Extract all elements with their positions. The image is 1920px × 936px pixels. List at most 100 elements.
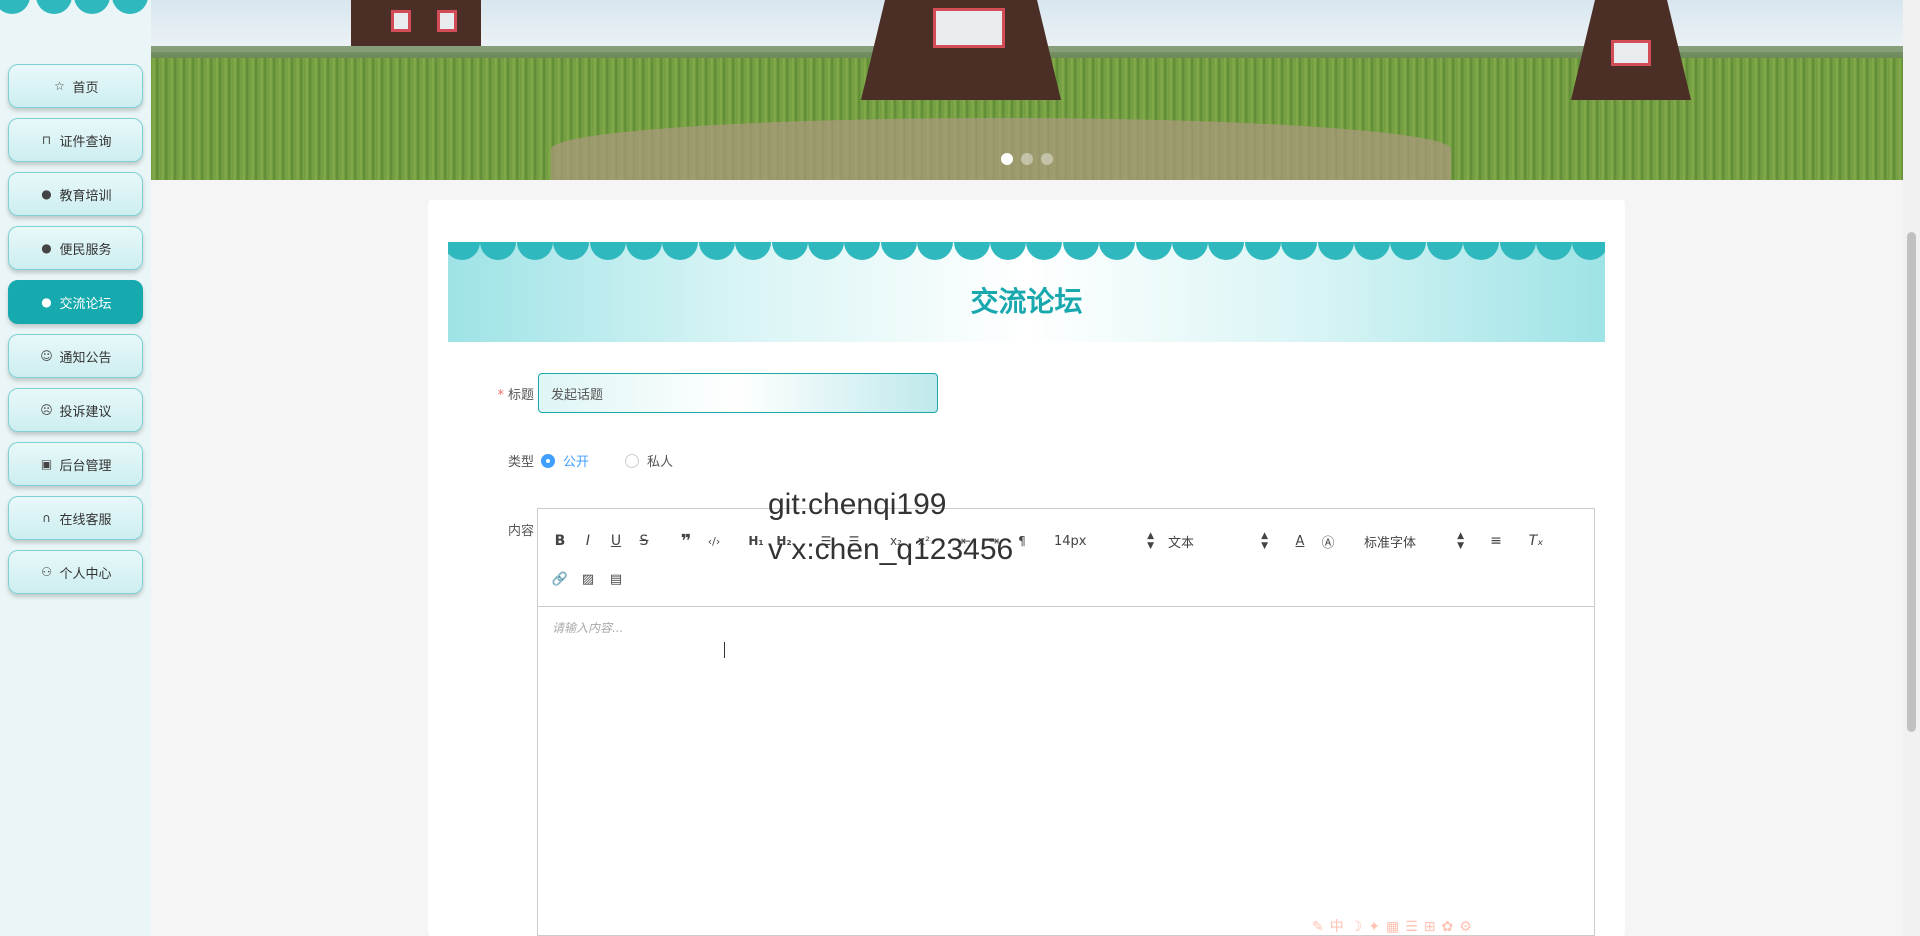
outdent-button[interactable]: ⇤	[954, 529, 978, 553]
italic-button[interactable]: I	[576, 529, 600, 553]
sidebar-item-services[interactable]: ● 便民服务	[8, 226, 143, 270]
alert-icon: ●	[41, 187, 52, 201]
underline-button[interactable]: U	[604, 529, 628, 553]
sidebar-item-label: 便民服务	[59, 242, 112, 258]
required-marker: *	[497, 387, 504, 403]
scallop-shape	[1281, 242, 1318, 260]
toolbar-row-1: B I U S ❞ ‹/› H₁ H₂ ☰ ☰ x₂ x² ⇤ ⇥ ¶ 14px…	[548, 529, 1552, 553]
scrollbar-thumb[interactable]	[1907, 232, 1916, 732]
select-value: 文本	[1168, 535, 1195, 551]
sidebar-item-label: 证件查询	[59, 134, 112, 150]
sidebar-item-label: 个人中心	[59, 566, 112, 582]
scallop-shape	[448, 242, 480, 260]
blockquote-button[interactable]: ❞	[674, 529, 698, 553]
type-private-radio[interactable]: 私人	[625, 451, 673, 470]
scallop-shape	[990, 242, 1026, 260]
sidebar-item-label: 后台管理	[59, 458, 112, 474]
text-cursor-icon	[724, 642, 732, 658]
scallop-shape	[844, 242, 881, 260]
scallop-shape	[1099, 242, 1136, 260]
rich-text-editor: B I U S ❞ ‹/› H₁ H₂ ☰ ☰ x₂ x² ⇤ ⇥ ¶ 14px…	[537, 508, 1595, 936]
sidebar-item-profile[interactable]: ⚇ 个人中心	[8, 550, 143, 594]
text-direction-button[interactable]: ¶	[1010, 529, 1034, 553]
radio-label: 私人	[647, 455, 674, 470]
scallop-shape	[808, 242, 844, 260]
header-select[interactable]: 文本 ▲ ▼	[1168, 529, 1268, 553]
sidebar-nav: ☆ 首页 ⊓ 证件查询 ● 教育培训 ● 便民服务 ● 交流论坛 ☺ 通知公告 …	[8, 64, 143, 604]
select-arrow-icon: ▲ ▼	[1147, 531, 1154, 551]
star-icon: ☆	[54, 79, 65, 93]
sidebar-item-online-support[interactable]: ∩ 在线客服	[8, 496, 143, 540]
font-size-select[interactable]: 14px ▲ ▼	[1054, 529, 1154, 553]
scallop-shape	[626, 242, 662, 260]
sidebar-item-certificate-query[interactable]: ⊓ 证件查询	[8, 118, 143, 162]
align-button[interactable]: ≡	[1484, 529, 1508, 553]
sidebar-item-label: 教育培训	[59, 188, 112, 204]
page-title: 交流论坛	[970, 285, 1083, 318]
code-block-button[interactable]: ‹/›	[702, 529, 726, 553]
video-icon[interactable]: ▤	[604, 567, 628, 591]
title-input[interactable]: 发起话题	[538, 373, 938, 413]
banner-carousel[interactable]	[151, 0, 1903, 180]
scallop-shape	[662, 242, 699, 260]
editor-placeholder: 请输入内容...	[552, 621, 624, 635]
scallop-shape	[698, 242, 735, 260]
scallop-shape	[553, 242, 590, 260]
font-family-select[interactable]: 标准字体 ▲ ▼	[1364, 529, 1464, 553]
indent-button[interactable]: ⇥	[982, 529, 1006, 553]
scallop-shape	[1572, 242, 1605, 260]
strike-button[interactable]: S	[632, 529, 656, 553]
sidebar-item-admin[interactable]: ▣ 后台管理	[8, 442, 143, 486]
sidebar-item-label: 交流论坛	[59, 296, 112, 312]
sidebar-item-label: 首页	[72, 80, 99, 96]
font-color-button[interactable]: A	[1288, 529, 1312, 553]
carousel-dot[interactable]	[1001, 153, 1013, 165]
scallop-shape	[1426, 242, 1463, 260]
sidebar-item-home[interactable]: ☆ 首页	[8, 64, 143, 108]
radio-label: 公开	[563, 455, 590, 470]
bold-button[interactable]: B	[548, 529, 572, 553]
user-icon: ⚇	[41, 565, 52, 579]
sidebar-item-complaints[interactable]: ☹ 投诉建议	[8, 388, 143, 432]
image-icon[interactable]: ▨	[576, 567, 600, 591]
face-icon: ☹	[40, 403, 53, 417]
question-icon: ●	[41, 241, 52, 255]
link-icon[interactable]: 🔗	[548, 567, 572, 591]
sidebar-item-label: 投诉建议	[59, 404, 112, 420]
bullet-list-button[interactable]: ☰	[842, 529, 866, 553]
scallop-shape	[1317, 242, 1354, 260]
scallop-shape	[516, 242, 553, 260]
title-form-row: * 标题 发起话题	[490, 373, 938, 413]
page-scrollbar[interactable]	[1903, 0, 1920, 936]
scallop-shape	[1354, 242, 1390, 260]
radio-circle	[541, 453, 555, 468]
sidebar-item-education[interactable]: ● 教育培训	[8, 172, 143, 216]
type-form-row: 类型 公开 私人	[498, 451, 709, 470]
scallop-shape	[1172, 242, 1208, 260]
sidebar-item-notices[interactable]: ☺ 通知公告	[8, 334, 143, 378]
sidebar-item-label: 在线客服	[59, 512, 112, 528]
type-public-radio[interactable]: 公开	[541, 451, 589, 470]
ime-toolbar-icon: ✎中☽✦▦☰⊞✿⚙	[1312, 919, 1478, 935]
banner-mud	[551, 118, 1451, 180]
title-scallop-decoration	[448, 242, 1605, 260]
scallop-shape	[917, 242, 954, 260]
scallop-shape	[1244, 242, 1281, 260]
scallop-shape	[480, 242, 517, 260]
windmill-house-image	[861, 0, 1061, 100]
info-icon: ●	[41, 295, 52, 309]
superscript-button[interactable]: x²	[912, 529, 936, 553]
ordered-list-button[interactable]: ☰	[814, 529, 838, 553]
subscript-button[interactable]: x₂	[884, 529, 908, 553]
clear-format-button[interactable]: Tₓ	[1524, 529, 1548, 553]
scallop-shape	[735, 242, 772, 260]
briefcase-icon: ▣	[40, 457, 53, 471]
type-label: 类型	[507, 455, 534, 470]
editor-content-area[interactable]: 请输入内容...	[538, 607, 1594, 935]
carousel-dot[interactable]	[1041, 153, 1053, 165]
header2-button[interactable]: H₂	[772, 529, 796, 553]
header1-button[interactable]: H₁	[744, 529, 768, 553]
sidebar-item-forum[interactable]: ● 交流论坛	[8, 280, 143, 324]
carousel-dot[interactable]	[1021, 153, 1033, 165]
background-color-button[interactable]: Ⓐ	[1316, 529, 1340, 553]
